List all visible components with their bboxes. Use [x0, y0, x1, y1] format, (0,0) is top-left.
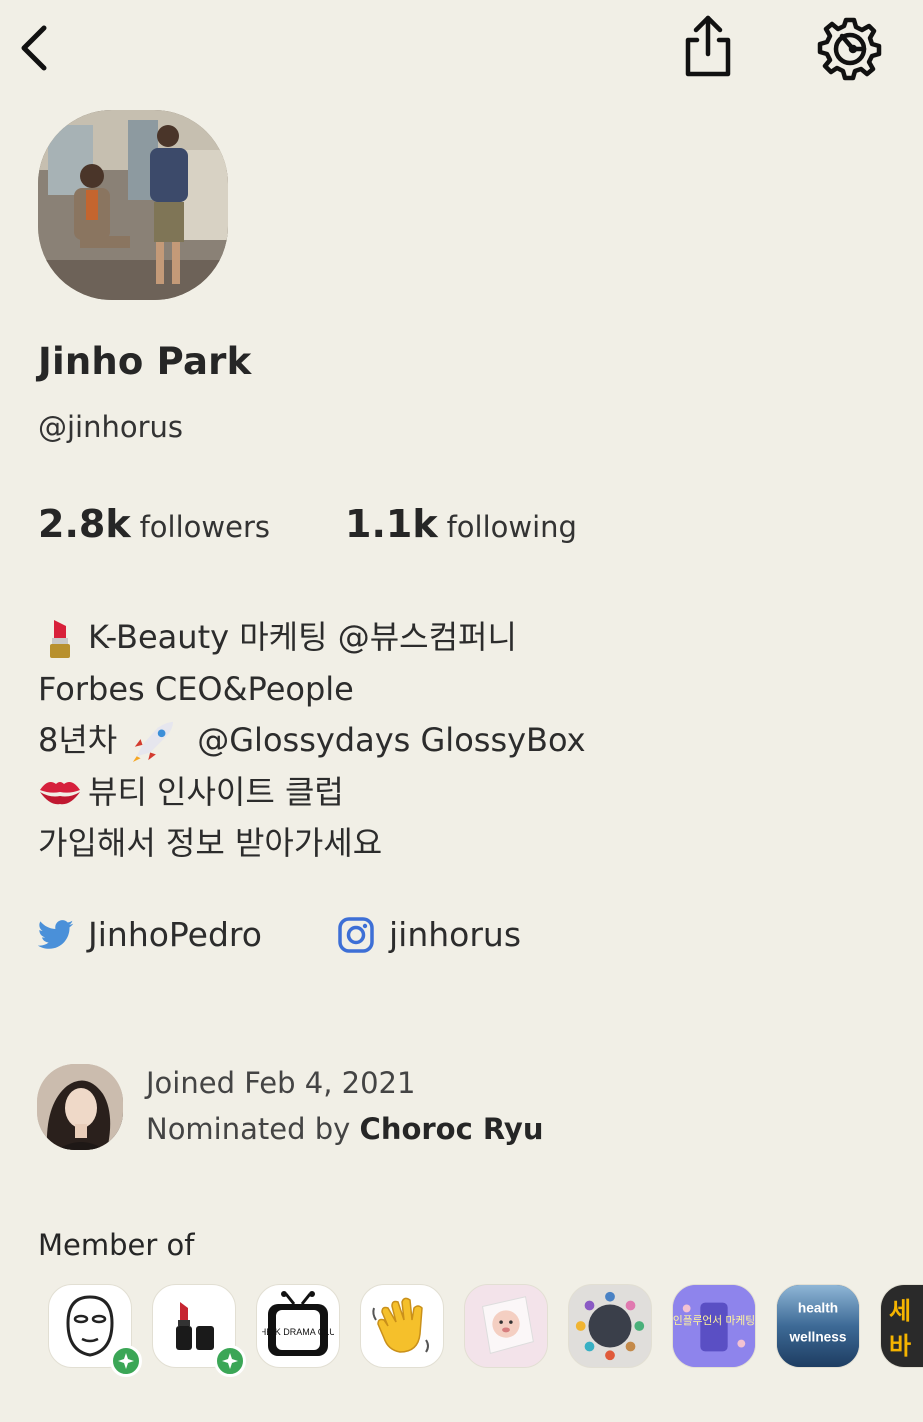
nominator-name[interactable]: Choroc Ryu	[360, 1112, 544, 1146]
instagram-icon	[338, 916, 374, 953]
kiss-mark-emoji-icon	[38, 770, 82, 814]
kdrama-club-text: THE K DRAMA CLUB	[262, 1327, 334, 1337]
profile-bio: K-Beauty 마케팅 @뷰스컴퍼니 Forbes CEO&People 8년…	[38, 612, 586, 870]
member-of-title: Member of	[38, 1228, 195, 1262]
bio-text-4: 뷰티 인사이트 클럽	[88, 772, 344, 811]
instagram-link[interactable]: jinhorus	[337, 915, 521, 954]
new-badge-icon	[214, 1345, 246, 1377]
nominated-prefix: Nominated by	[146, 1112, 351, 1146]
influencer-marketing-club-icon[interactable]: 인플루언서 마케팅	[672, 1284, 756, 1368]
bio-text-2: Forbes CEO&People	[38, 669, 354, 708]
profile-avatar[interactable]	[38, 110, 228, 300]
following-count: 1.1k	[345, 502, 438, 546]
health-wellness-club-icon[interactable]: health wellness	[776, 1284, 860, 1368]
settings-button[interactable]	[814, 14, 886, 84]
nominator-avatar[interactable]	[37, 1064, 123, 1150]
bio-text-5: 가입해서 정보 받아가세요	[38, 824, 383, 862]
health-text: health	[798, 1300, 838, 1315]
bio-line-3: 8년차 @Glossydays GlossyBox	[38, 715, 586, 767]
profile-photo	[38, 110, 228, 300]
nominated-by: Nominated by Choroc Ryu	[146, 1112, 543, 1146]
following-label: following	[446, 510, 577, 544]
bio-line-1: K-Beauty 마케팅 @뷰스컴퍼니	[38, 612, 586, 664]
following-stat[interactable]: 1.1k following	[345, 502, 577, 546]
kdrama-club-icon[interactable]: THE K DRAMA CLUB	[256, 1284, 340, 1368]
rocket-emoji-icon	[131, 719, 175, 763]
bio-text-1: K-Beauty 마케팅 @뷰스컴퍼니	[88, 618, 517, 656]
followers-stat[interactable]: 2.8k followers	[38, 502, 270, 546]
share-icon	[685, 15, 731, 77]
wellness-text: wellness	[789, 1330, 847, 1345]
followers-label: followers	[139, 510, 270, 544]
share-button[interactable]	[676, 14, 738, 80]
partial-club-text: 세바	[889, 1297, 912, 1360]
instagram-handle: jinhorus	[389, 915, 522, 954]
bio-line-4: 뷰티 인사이트 클럽	[38, 767, 586, 819]
back-button[interactable]	[14, 20, 58, 76]
meeting-table-club-icon[interactable]	[568, 1284, 652, 1368]
bio-text-3a: 8년차	[38, 721, 118, 759]
twitter-handle: JinhoPedro	[88, 915, 262, 954]
followers-count: 2.8k	[38, 502, 131, 546]
joined-date: Joined Feb 4, 2021	[146, 1066, 416, 1100]
waving-hand-club-icon[interactable]	[360, 1284, 444, 1368]
profile-handle: @jinhorus	[38, 410, 184, 444]
influencer-club-text: 인플루언서 마케팅	[673, 1314, 755, 1327]
settings-gear-icon	[817, 17, 882, 81]
bio-line-5: 가입해서 정보 받아가세요	[38, 818, 586, 870]
baby-photo-club-icon[interactable]	[464, 1284, 548, 1368]
profile-name: Jinho Park	[38, 340, 252, 383]
bio-line-2: Forbes CEO&People	[38, 664, 586, 716]
new-badge-icon	[110, 1345, 142, 1377]
twitter-bird-icon	[38, 919, 74, 949]
nominator-photo	[37, 1064, 123, 1150]
lipstick-emoji-icon	[38, 616, 82, 660]
back-chevron-icon	[21, 25, 47, 71]
bio-text-3b: @Glossydays GlossyBox	[197, 721, 586, 759]
korean-text-club-icon[interactable]: 세바	[880, 1284, 923, 1368]
twitter-link[interactable]: JinhoPedro	[38, 915, 262, 954]
